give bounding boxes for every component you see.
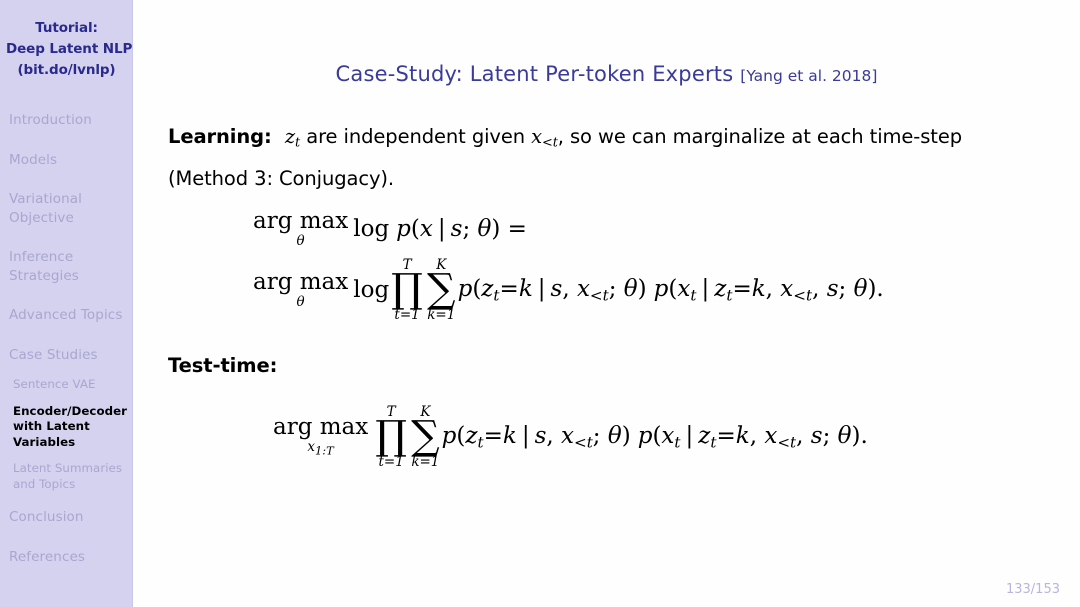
learning-text-1: are independent given xyxy=(306,125,526,148)
sidebar-title-line-1: Tutorial: xyxy=(35,20,98,36)
slide: Tutorial: Deep Latent NLP (bit.do/lvnlp)… xyxy=(0,0,1080,607)
slide-title-text: Case-Study: Latent Per-token Experts xyxy=(335,62,734,86)
sidebar-subitem-latent-summaries-and-topics[interactable]: Latent Summaries and Topics xyxy=(9,461,129,492)
learning-text-3: (Method 3: Conjugacy). xyxy=(168,166,394,190)
test-time-equation-block: arg max x1:T T ∏ t=1 K ∑ k=1 p(zt=k | s, x… xyxy=(133,405,1080,469)
sidebar-title-line-3: (bit.do/lvnlp) xyxy=(17,62,116,78)
sidebar-item-inference-strategies[interactable]: Inference Strategies xyxy=(9,248,129,285)
learning-paragraph: Learning: zt are independent given x<t, … xyxy=(168,119,1045,196)
sidebar: Tutorial: Deep Latent NLP (bit.do/lvnlp)… xyxy=(0,0,133,607)
sidebar-title-line-2: Deep Latent NLP xyxy=(6,41,133,57)
learning-label: Learning: xyxy=(168,125,272,148)
slide-content: Case-Study: Latent Per-token Experts [Ya… xyxy=(133,0,1080,607)
test-time-paragraph: Test-time: xyxy=(168,348,1045,383)
learning-var-x: x<t xyxy=(531,125,558,151)
sidebar-title: Tutorial: Deep Latent NLP (bit.do/lvnlp) xyxy=(0,0,133,81)
equation-3-argmax: arg max x1:T xyxy=(273,414,369,459)
equation-3-factors: p(zt=k | s, x<t; θ) p(xt | zt=k, x<t, s; θ). xyxy=(441,422,868,452)
equation-1: arg max θ log p(x | s; θ) = xyxy=(253,207,1080,249)
equation-2: arg max θ log T ∏ t=1 K ∑ k=1 p(zt=k | s, … xyxy=(253,258,1080,322)
equation-2-argmax: arg max θ xyxy=(253,268,349,310)
sidebar-item-references[interactable]: References xyxy=(9,548,129,567)
learning-var-z: zt xyxy=(284,125,301,151)
sidebar-subitem-sentence-vae[interactable]: Sentence VAE xyxy=(9,377,129,393)
equation-3-product: T ∏ t=1 xyxy=(375,404,408,470)
equation-3: arg max x1:T T ∏ t=1 K ∑ k=1 p(zt=k | s, x… xyxy=(273,405,1080,469)
equation-3-argmax-sub: x1:T xyxy=(307,439,334,459)
sidebar-item-conclusion[interactable]: Conclusion xyxy=(9,508,129,527)
equation-3-sum: K ∑ k=1 xyxy=(411,404,440,470)
learning-equation-block: arg max θ log p(x | s; θ) = arg max θ log … xyxy=(133,207,1080,322)
sidebar-item-case-studies[interactable]: Case Studies xyxy=(9,346,129,365)
learning-text-2: , so we can marginalize at each time-ste… xyxy=(557,125,963,148)
equation-1-argmax: arg max θ xyxy=(253,207,349,249)
equation-2-sum: K ∑ k=1 xyxy=(427,257,456,323)
sidebar-subitem-encoder-decoder-with-latent-variables[interactable]: Encoder/Decoder with Latent Variables xyxy=(9,404,129,451)
sidebar-item-models[interactable]: Models xyxy=(9,151,129,170)
slide-title-citation: [Yang et al. 2018] xyxy=(740,67,878,85)
slide-title: Case-Study: Latent Per-token Experts [Ya… xyxy=(133,62,1080,86)
equation-2-product: T ∏ t=1 xyxy=(391,257,424,323)
page-number: 133/153 xyxy=(1005,582,1060,597)
sidebar-item-advanced-topics[interactable]: Advanced Topics xyxy=(9,306,129,325)
equation-2-log: log xyxy=(353,277,390,304)
test-time-label: Test-time: xyxy=(168,354,278,378)
equation-1-log: log xyxy=(353,215,390,242)
equation-2-factors: p(zt=k | s, x<t; θ) p(xt | zt=k, x<t, s; θ). xyxy=(457,275,884,305)
sidebar-item-introduction[interactable]: Introduction xyxy=(9,111,129,130)
sidebar-nav: Introduction Models Variational Objectiv… xyxy=(0,111,133,566)
sidebar-item-variational-objective[interactable]: Variational Objective xyxy=(9,190,129,227)
equation-1-body: p(x | s; θ) = xyxy=(396,215,527,242)
